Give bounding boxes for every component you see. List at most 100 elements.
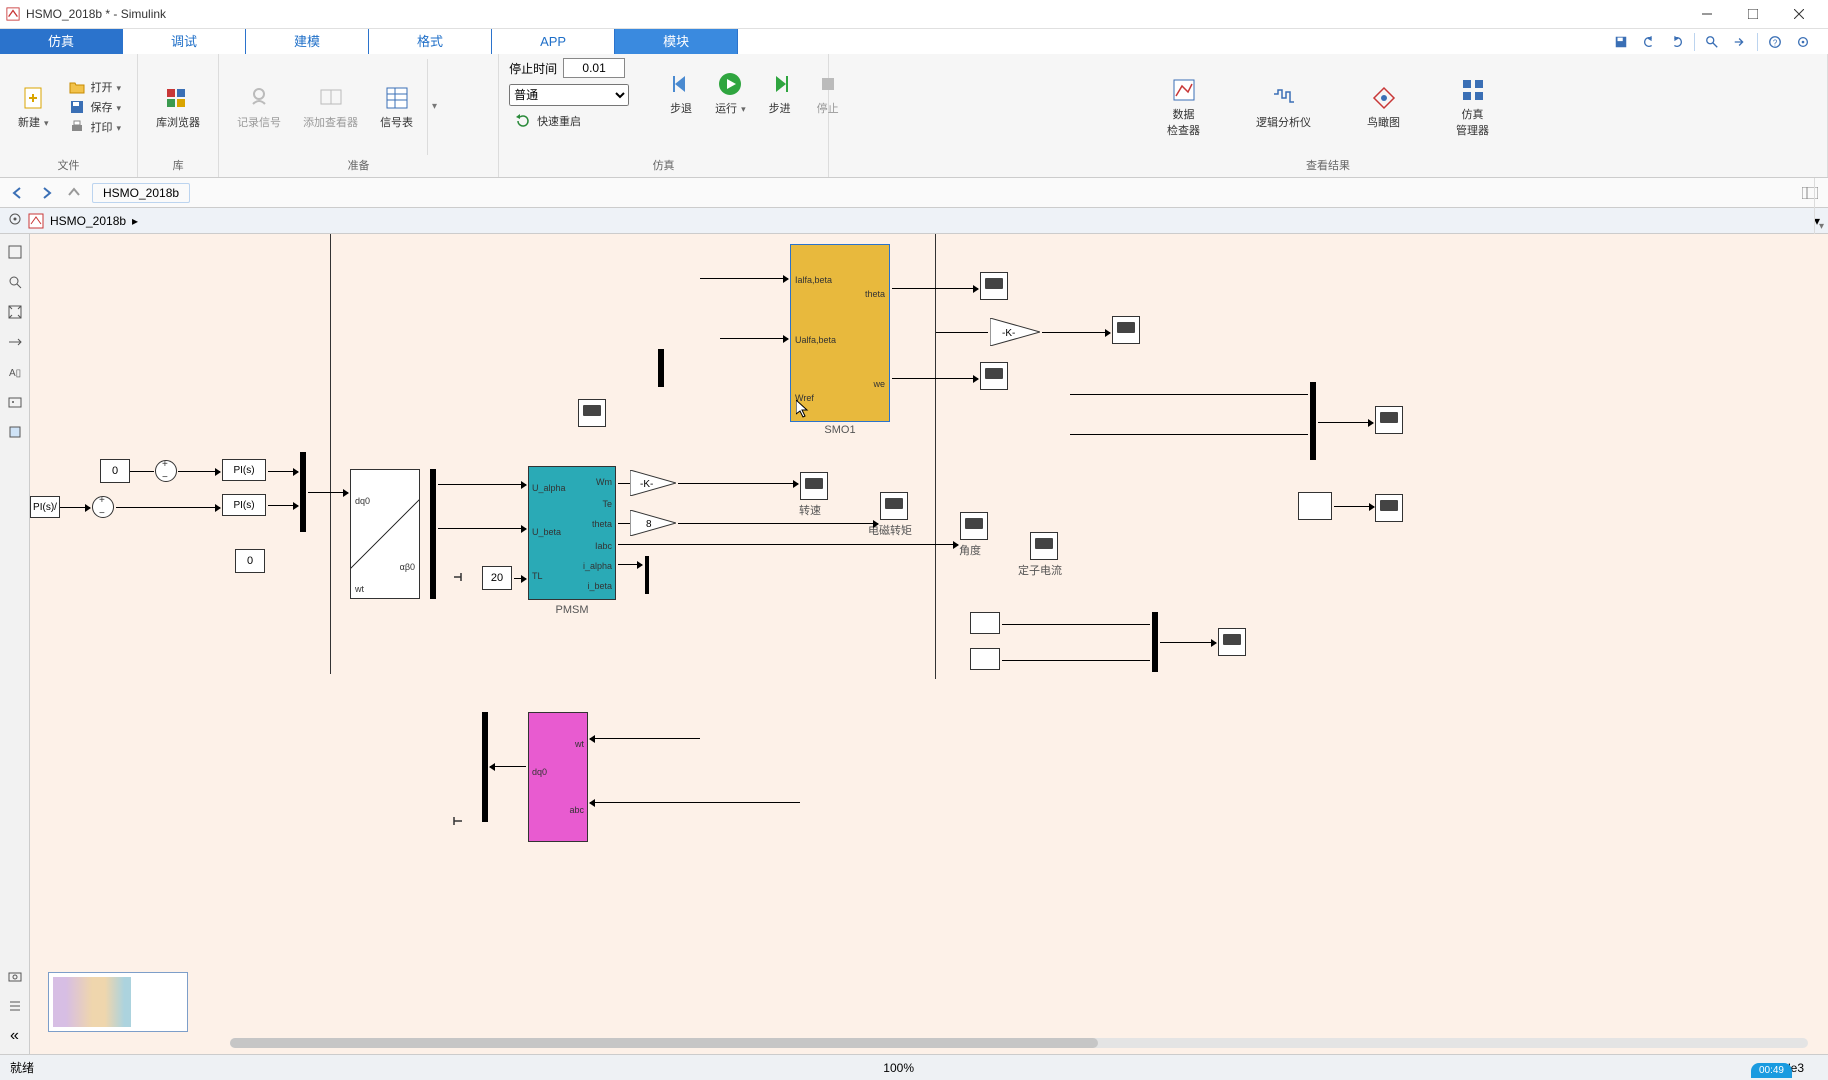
qat-zoom-icon[interactable] — [1701, 31, 1723, 53]
stop-button[interactable]: 停止 — [806, 66, 850, 120]
scope-we[interactable] — [980, 362, 1008, 390]
terminator-2[interactable] — [448, 814, 462, 826]
block-dq0-2[interactable]: dq0 wt abc — [528, 712, 588, 842]
scope-theta[interactable] — [980, 272, 1008, 300]
gain-k2[interactable]: -K- — [990, 318, 1040, 346]
palette-list-icon[interactable] — [5, 996, 25, 1016]
palette-annotate-icon[interactable]: A▯ — [5, 362, 25, 382]
palette-camera-icon[interactable] — [5, 966, 25, 986]
palette-fit-icon[interactable] — [5, 302, 25, 322]
qat-undo-icon[interactable] — [1638, 31, 1660, 53]
block-pi1[interactable]: PI(s) — [222, 459, 266, 481]
window-minimize[interactable] — [1684, 0, 1730, 28]
mux-ialfabeta[interactable] — [658, 349, 664, 387]
tab-format[interactable]: 格式 — [369, 29, 492, 54]
constant-0b[interactable]: 0 — [235, 549, 265, 573]
sum-right[interactable] — [1298, 492, 1332, 520]
block-pmsm[interactable]: U_alpha U_beta TL Wm Te theta Iabc i_alp… — [528, 466, 616, 600]
stoptime-input[interactable] — [563, 58, 625, 78]
constant-0a[interactable]: 0 — [100, 459, 130, 483]
qat-redo-icon[interactable] — [1666, 31, 1688, 53]
record-signal-button[interactable]: 记录信号 — [229, 80, 289, 134]
signal-table-button[interactable]: 信号表 — [372, 80, 421, 134]
save-button[interactable]: 保存 — [63, 98, 128, 116]
terminator-1[interactable] — [454, 570, 466, 582]
constant-20[interactable]: 20 — [482, 566, 512, 590]
tab-module[interactable]: 模块 — [615, 29, 738, 54]
step-back-button[interactable]: 步退 — [659, 66, 703, 120]
scope-k-out[interactable] — [1112, 316, 1140, 344]
qat-target-icon[interactable] — [1792, 31, 1814, 53]
qat-help-icon[interactable]: ? — [1764, 31, 1786, 53]
step-forward-button[interactable]: 步进 — [758, 66, 802, 120]
scope-angle[interactable] — [960, 512, 988, 540]
svg-text:-K-: -K- — [1002, 328, 1015, 339]
nav-crumb[interactable]: HSMO_2018b — [92, 183, 190, 203]
print-button[interactable]: 打印 — [63, 118, 128, 136]
palette-zoom-icon[interactable] — [5, 272, 25, 292]
palette-area-icon[interactable] — [5, 422, 25, 442]
qat-goto-icon[interactable] — [1729, 31, 1751, 53]
model-path-root[interactable]: HSMO_2018b — [50, 214, 126, 228]
nav-up-icon[interactable] — [64, 183, 84, 203]
block-pi-outer[interactable]: PI(s)/ — [30, 496, 60, 518]
mux-right-top[interactable] — [1310, 382, 1316, 460]
path-chevron-icon[interactable]: ▸ — [132, 214, 138, 228]
birdseye-button[interactable]: 鸟瞰图 — [1359, 80, 1408, 134]
scope-torque[interactable] — [880, 492, 908, 520]
palette-collapse-icon[interactable]: « — [5, 1026, 25, 1046]
tab-simulation[interactable]: 仿真 — [0, 29, 123, 54]
palette-image-icon[interactable] — [5, 392, 25, 412]
scope-right-mid[interactable] — [1375, 494, 1403, 522]
sum-1[interactable] — [155, 460, 177, 482]
sim-manager-button[interactable]: 仿真 管理器 — [1448, 72, 1497, 142]
scope-speed[interactable] — [800, 472, 828, 500]
label-smo1: SMO1 — [780, 424, 900, 436]
fast-restart-button[interactable]: 快速重启 — [509, 112, 587, 130]
tab-debug[interactable]: 调试 — [123, 29, 246, 54]
mux-bottom[interactable] — [482, 712, 488, 822]
scope-stator[interactable] — [1030, 532, 1058, 560]
run-button[interactable]: 运行 — [707, 66, 754, 120]
mux-iab[interactable] — [645, 556, 649, 594]
nav-forward-icon[interactable] — [36, 183, 56, 203]
gain-8[interactable]: 8 — [630, 510, 676, 536]
scrollbar-thumb[interactable] — [230, 1038, 1098, 1048]
open-button[interactable]: 打开 — [63, 78, 128, 96]
scope-mux1[interactable] — [578, 399, 606, 427]
mux-pi[interactable] — [300, 452, 306, 532]
scope-right-top[interactable] — [1375, 406, 1403, 434]
model-canvas[interactable]: Ialfa,beta Ualfa,beta Wref theta we SMO1… — [30, 234, 1828, 1054]
demux-dq0[interactable] — [430, 469, 436, 599]
logic-analyzer-button[interactable]: 逻辑分析仪 — [1248, 80, 1319, 134]
new-button[interactable]: 新建 — [10, 80, 57, 134]
block-smo1[interactable]: Ialfa,beta Ualfa,beta Wref theta we — [790, 244, 890, 422]
gain-k[interactable]: -K- — [630, 470, 676, 496]
add-viewer-button[interactable]: 添加查看器 — [295, 80, 366, 134]
palette-arrows-icon[interactable] — [5, 332, 25, 352]
xfer-1[interactable] — [970, 612, 1000, 634]
qat-save-icon[interactable] — [1610, 31, 1632, 53]
status-zoom[interactable]: 100% — [34, 1061, 1763, 1075]
block-pi2[interactable]: PI(s) — [222, 494, 266, 516]
xfer-2[interactable] — [970, 648, 1000, 670]
mux-right-bot[interactable] — [1152, 612, 1158, 672]
sim-speed-select[interactable]: 普通 — [509, 84, 629, 106]
canvas-minimap[interactable] — [48, 972, 188, 1032]
canvas-scrollbar-horizontal[interactable] — [230, 1038, 1808, 1048]
tab-app[interactable]: APP — [492, 29, 615, 54]
ribbon: 新建 打开 保存 打印 文件 库浏览器 库 记录信号 — [0, 54, 1828, 178]
tab-modeling[interactable]: 建模 — [246, 29, 369, 54]
block-dq0-1[interactable]: dq0 αβ0 wt — [350, 469, 420, 599]
window-maximize[interactable] — [1730, 0, 1776, 28]
scope-right-bot[interactable] — [1218, 628, 1246, 656]
nav-bar: HSMO_2018b — [0, 178, 1828, 208]
target-toggle-icon[interactable] — [8, 212, 22, 229]
window-close[interactable] — [1776, 0, 1822, 28]
data-inspector-button[interactable]: 数据 检查器 — [1159, 72, 1208, 142]
sum-2[interactable] — [92, 496, 114, 518]
nav-back-icon[interactable] — [8, 183, 28, 203]
library-browser-button[interactable]: 库浏览器 — [148, 80, 208, 134]
palette-show-hide-icon[interactable] — [5, 242, 25, 262]
prepare-more-button[interactable]: ▾ — [427, 59, 441, 155]
